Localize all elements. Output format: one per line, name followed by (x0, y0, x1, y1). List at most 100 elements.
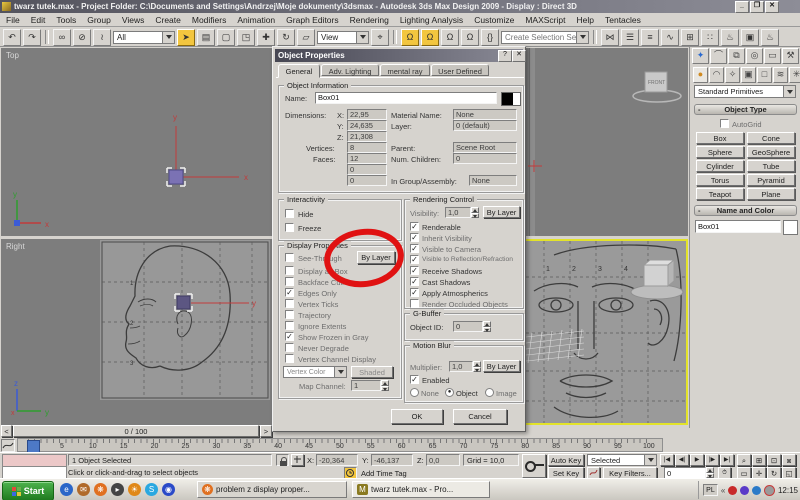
media-player-icon[interactable]: ▸ (111, 483, 124, 496)
select-by-name-icon[interactable]: ▤ (197, 29, 215, 46)
coord-x-field[interactable]: -20,364 (316, 454, 358, 466)
zoom-icon[interactable]: ⌕ (737, 454, 751, 466)
shapes-category-icon[interactable]: ◠ (709, 67, 724, 83)
im-tray-icon[interactable] (740, 486, 749, 495)
inherit-visibility-checkbox[interactable]: ✓ (410, 233, 419, 242)
motion-blur-none-radio[interactable] (410, 388, 419, 397)
align-icon[interactable]: ☰ (621, 29, 639, 46)
rendered-frame-window-icon[interactable]: ▣ (741, 29, 759, 46)
object-color-swatch[interactable] (501, 92, 521, 106)
ignore-extents-checkbox[interactable] (285, 321, 294, 330)
menu-item[interactable]: Tentacles (605, 15, 641, 25)
primitives-dropdown[interactable]: Standard Primitives (694, 85, 796, 98)
spacewarps-category-icon[interactable]: ≋ (773, 67, 788, 83)
motion-blur-object-radio[interactable]: ● (445, 388, 454, 397)
cameras-category-icon[interactable]: ▣ (741, 67, 756, 83)
layer-manager-icon[interactable]: ≡ (641, 29, 659, 46)
vertex-ticks-checkbox[interactable] (285, 299, 294, 308)
pyramid-button[interactable]: Pyramid (747, 174, 795, 186)
restore-button[interactable]: ❐ (750, 1, 764, 13)
lights-category-icon[interactable]: ✧ (725, 67, 740, 83)
antivirus-tray-icon[interactable] (728, 486, 737, 495)
start-button[interactable]: Start (2, 481, 54, 500)
skype-icon[interactable]: S (145, 483, 158, 496)
object-name-field[interactable]: Box01 (695, 220, 781, 233)
zoom-extents-icon[interactable]: ⊡ (767, 454, 781, 466)
unlink-selection-icon[interactable]: ⊘ (73, 29, 91, 46)
edit-named-selection-sets-icon[interactable]: {} (481, 29, 499, 46)
menu-item[interactable]: Create (155, 15, 181, 25)
map-channel-field[interactable]: 1 (351, 380, 381, 391)
motion-blur-by-layer-button[interactable]: By Layer (483, 360, 520, 372)
go-to-end-button[interactable]: ▶| (720, 454, 734, 466)
language-indicator[interactable]: PL (703, 484, 718, 496)
select-and-scale-icon[interactable]: ▱ (297, 29, 315, 46)
display-as-box-checkbox[interactable] (285, 266, 294, 275)
menu-item[interactable]: Rendering (350, 15, 389, 25)
select-and-move-icon[interactable]: ✚ (257, 29, 275, 46)
sopcast-icon[interactable]: ☀ (128, 483, 141, 496)
display-tab-icon[interactable]: ▭ (764, 48, 781, 64)
dropdown-arrow-icon[interactable] (644, 455, 656, 465)
viewcube-front[interactable]: FRONT (631, 66, 683, 106)
go-to-start-button[interactable]: |◀ (660, 454, 674, 466)
show-frozen-in-gray-checkbox[interactable]: ✓ (285, 332, 294, 341)
tab-adv-lighting[interactable]: Adv. Lighting (321, 64, 379, 76)
dropdown-arrow-icon[interactable] (334, 367, 346, 377)
taskbar-task-3dsmax[interactable]: M twarz tutek.max - Pro... (352, 481, 490, 498)
taskbar-task-firefox[interactable]: ❋ problem z display proper... (197, 481, 347, 498)
track-bar[interactable]: 0510152025303540455055606570758085909510… (17, 438, 663, 452)
window-crossing-icon[interactable]: ◳ (237, 29, 255, 46)
menu-item[interactable]: Views (122, 15, 145, 25)
updates-tray-icon[interactable] (752, 486, 761, 495)
time-slider[interactable]: 0 / 100 (13, 425, 259, 437)
network-tray-icon[interactable] (764, 485, 775, 496)
object-type-rollout[interactable]: - Object Type (694, 104, 797, 115)
renderable-checkbox[interactable]: ✓ (410, 222, 419, 231)
play-button[interactable]: ▶ (690, 454, 704, 466)
geosphere-button[interactable]: GeoSphere (747, 146, 795, 158)
selection-lock-icon[interactable] (276, 454, 289, 466)
internet-explorer-icon[interactable]: e (60, 483, 73, 496)
menu-item[interactable]: Group (87, 15, 111, 25)
vertex-color-dropdown[interactable]: Vertex Color (283, 366, 347, 378)
snap-toggle-icon[interactable]: Ω (401, 29, 419, 46)
tab-mental-ray[interactable]: mental ray (380, 64, 430, 76)
rectangular-selection-region-icon[interactable]: ▢ (217, 29, 235, 46)
multiplier-spinner[interactable] (473, 361, 481, 372)
dropdown-arrow-icon[interactable] (783, 86, 795, 97)
zoom-extents-all-icon[interactable]: ⧈ (782, 454, 796, 466)
current-frame-spinner[interactable] (706, 467, 714, 478)
modify-tab-icon[interactable]: ⌒ (710, 48, 727, 64)
mini-curve-editor-button[interactable] (1, 439, 15, 452)
visible-to-reflection-checkbox[interactable]: ✓ (410, 255, 419, 264)
multiplier-field[interactable]: 1,0 (449, 361, 473, 372)
select-and-rotate-icon[interactable]: ↻ (277, 29, 295, 46)
messenger-icon[interactable]: ◉ (162, 483, 175, 496)
next-frame-step-button[interactable]: |▶ (705, 454, 719, 466)
freeze-checkbox[interactable] (285, 223, 294, 232)
visibility-by-layer-button[interactable]: By Layer (483, 206, 520, 218)
redo-icon[interactable]: ↷ (23, 29, 41, 46)
reference-coordinate-dropdown[interactable]: View (317, 31, 369, 44)
visibility-field[interactable]: 1,0 (445, 207, 471, 218)
dialog-close-button[interactable]: ✕ (512, 50, 526, 62)
email-icon[interactable]: ✉ (77, 483, 90, 496)
coord-z-field[interactable]: 0,0 (426, 454, 460, 466)
ok-button[interactable]: OK (391, 409, 443, 424)
object-name-color-swatch[interactable] (783, 220, 798, 235)
menu-item[interactable]: Tools (56, 15, 76, 25)
visible-to-camera-checkbox[interactable]: ✓ (410, 244, 419, 253)
tube-button[interactable]: Tube (747, 160, 795, 172)
select-object-icon[interactable]: ➤ (177, 29, 195, 46)
viewport-right[interactable]: Right 1 2 3 (1, 239, 283, 425)
menu-item[interactable]: Lighting Analysis (400, 15, 463, 25)
motion-tab-icon[interactable]: ◎ (746, 48, 763, 64)
curve-editor-icon[interactable]: ∿ (661, 29, 679, 46)
cylinder-button[interactable]: Cylinder (696, 160, 744, 172)
minimize-button[interactable]: _ (735, 1, 749, 13)
box-button[interactable]: Box (696, 132, 744, 144)
motion-blur-enabled-checkbox[interactable]: ✓ (410, 375, 419, 384)
bind-to-spacewarp-icon[interactable]: ≀ (93, 29, 111, 46)
named-selection-set-dropdown[interactable]: Create Selection Set (501, 31, 589, 44)
